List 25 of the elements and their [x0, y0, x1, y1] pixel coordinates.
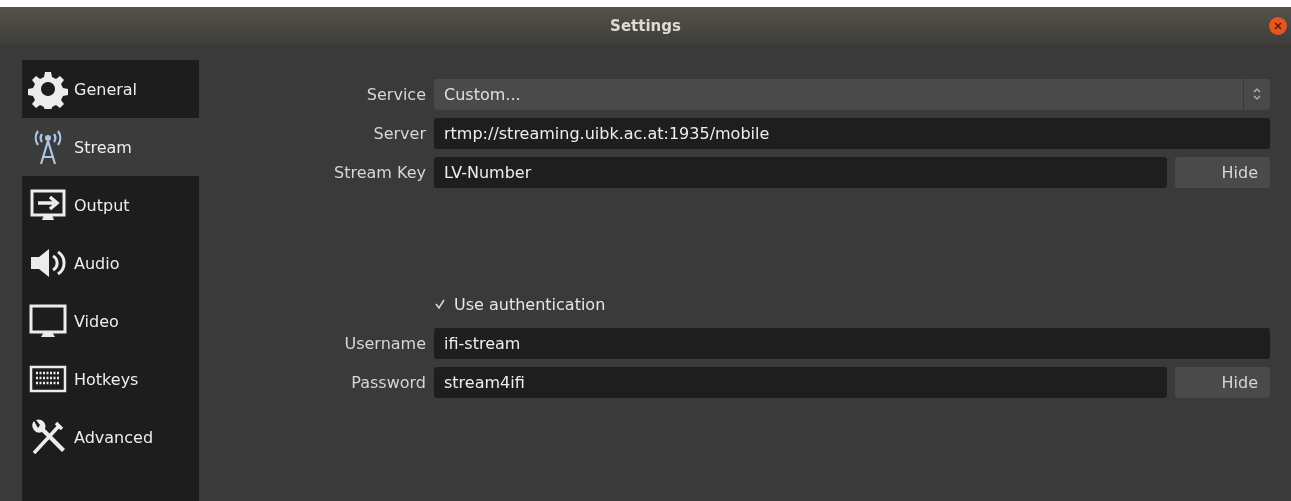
sidebar-item[interactable]: General: [22, 60, 199, 118]
field-label: Stream Key: [333, 162, 426, 182]
gear-icon: [28, 69, 68, 109]
hide-button[interactable]: Hide: [1175, 156, 1270, 188]
field-label: Username: [343, 333, 426, 353]
checkbox[interactable]: Use authentication: [434, 294, 606, 314]
close-button[interactable]: [1269, 17, 1287, 35]
text-field[interactable]: LV-Number: [434, 156, 1167, 188]
sidebar-item[interactable]: Video: [22, 292, 199, 350]
close-icon: [1273, 21, 1283, 31]
text-field[interactable]: ifi-stream: [434, 327, 1270, 359]
service-dropdown[interactable]: Custom...: [434, 78, 1270, 110]
sidebar-item[interactable]: Hotkeys: [22, 350, 199, 408]
sidebar-item[interactable]: Audio: [22, 234, 199, 292]
sidebar-item[interactable]: Advanced: [22, 408, 199, 466]
window-title: Settings: [610, 17, 681, 35]
hide-button[interactable]: Hide: [1175, 366, 1270, 398]
text-field[interactable]: stream4ifi: [434, 366, 1167, 398]
field-label: Server: [372, 123, 426, 143]
field-label: Password: [350, 372, 426, 392]
field-label: Service: [365, 84, 426, 104]
sidebar-item[interactable]: Output: [22, 176, 199, 234]
sidebar-item[interactable]: Stream: [22, 118, 199, 176]
text-field[interactable]: rtmp://streaming.uibk.ac.at:1935/mobile: [434, 117, 1270, 149]
checkmark-icon: [434, 298, 446, 310]
